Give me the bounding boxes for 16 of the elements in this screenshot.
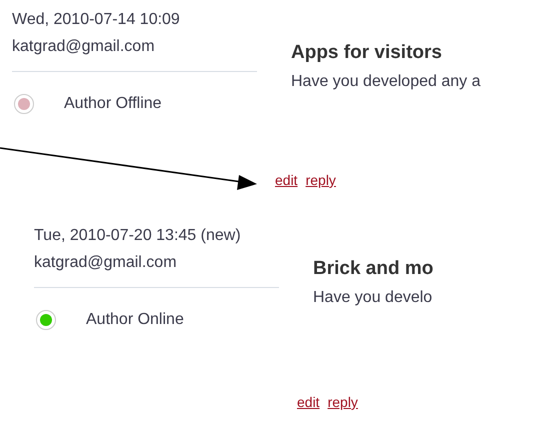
author-status: Author Online	[86, 311, 184, 329]
comment-link[interactable]: reply	[306, 172, 336, 188]
comment-date: Tue, 2010-07-20 13:45 (new)	[34, 226, 242, 246]
comment-title: Brick and mo	[313, 258, 434, 280]
comment-link[interactable]: edit	[275, 172, 298, 188]
status-icon	[14, 94, 34, 114]
comment-body: Have you develo	[313, 288, 434, 308]
author-email: katgrad@gmail.com	[12, 37, 156, 57]
comment-link[interactable]: edit	[297, 394, 320, 410]
comment-body: Have you developed any a	[291, 72, 482, 92]
author-email: katgrad@gmail.com	[34, 253, 178, 273]
status-icon	[36, 310, 56, 330]
author-status: Author Offline	[64, 95, 162, 113]
comment-title: Apps for visitors	[291, 42, 443, 64]
comment-link[interactable]: reply	[328, 394, 358, 410]
comment-date: Wed, 2010-07-14 10:09	[12, 10, 181, 30]
